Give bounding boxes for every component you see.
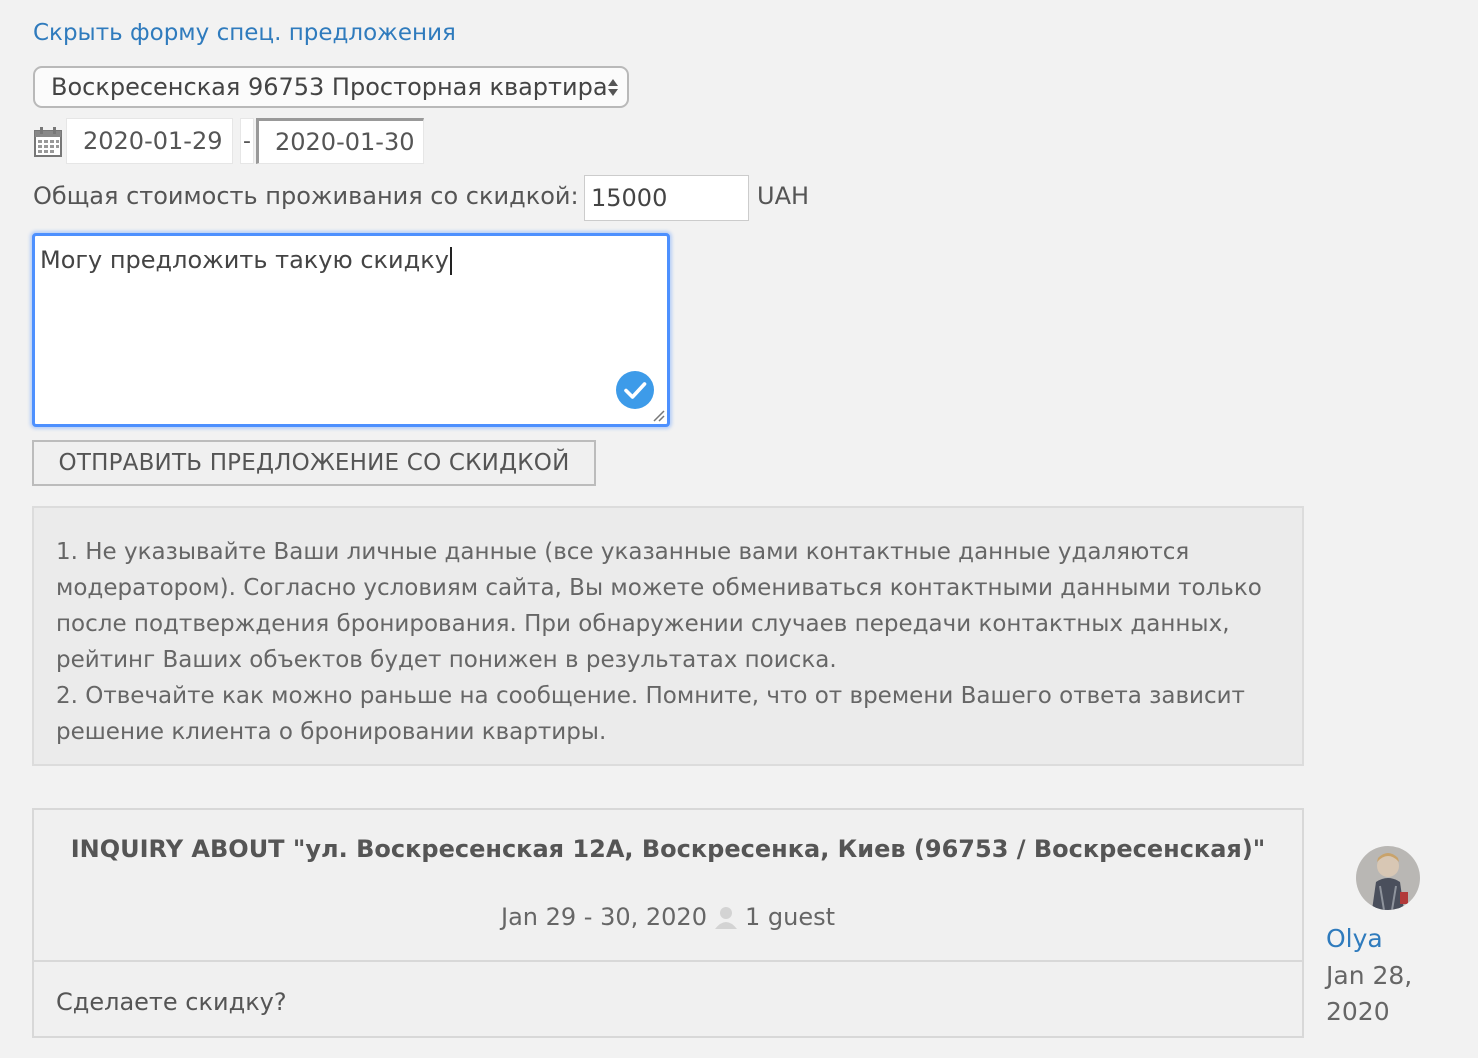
inquiry-guests: 1 guest xyxy=(744,903,835,931)
hide-special-offer-link[interactable]: Скрыть форму спец. предложения xyxy=(33,20,456,46)
guest-icon xyxy=(714,907,737,929)
listing-select[interactable]: Воскресенская 96753 Просторная квартира xyxy=(33,66,629,108)
checkmark-icon xyxy=(616,371,654,409)
select-arrows-icon xyxy=(608,78,619,96)
user-name-link[interactable]: Olya xyxy=(1326,924,1383,953)
message-date: Jan 28, 2020 xyxy=(1326,961,1413,1026)
inquiry-title: INQUIRY ABOUT "ул. Воскресенская 12А, Во… xyxy=(70,835,1266,863)
message-text: Могу предложить такую скидку xyxy=(40,246,449,274)
inquiry-card: INQUIRY ABOUT "ул. Воскресенская 12А, Во… xyxy=(32,808,1304,1038)
notice-line-1: 1. Не указывайте Ваши личные данные (все… xyxy=(56,539,1262,673)
date-to-input[interactable]: 2020-01-30 xyxy=(256,118,424,164)
text-cursor xyxy=(449,247,452,275)
user-avatar[interactable] xyxy=(1356,846,1420,910)
resize-handle-icon[interactable] xyxy=(651,408,665,422)
inquiry-message: Сделаете скидку? xyxy=(56,988,287,1016)
inquiry-dates: Jan 29 - 30, 2020 xyxy=(501,903,707,931)
notice-line-2: 2. Отвечайте как можно раньше на сообщен… xyxy=(56,683,1245,745)
date-from-input[interactable]: 2020-01-29 xyxy=(66,118,233,164)
send-discount-offer-button[interactable]: ОТПРАВИТЬ ПРЕДЛОЖЕНИЕ СО СКИДКОЙ xyxy=(32,440,596,486)
discount-price-label: Общая стоимость проживания со скидкой: xyxy=(33,182,579,210)
discount-price-input[interactable]: 15000 xyxy=(584,175,749,221)
notice-box: 1. Не указывайте Ваши личные данные (все… xyxy=(32,506,1304,766)
listing-select-value: Воскресенская 96753 Просторная квартира xyxy=(51,73,608,101)
currency-label: UAH xyxy=(757,182,810,210)
message-textarea[interactable]: Могу предложить такую скидку xyxy=(32,233,670,427)
calendar-icon[interactable] xyxy=(34,127,62,157)
date-separator: - xyxy=(240,118,254,164)
